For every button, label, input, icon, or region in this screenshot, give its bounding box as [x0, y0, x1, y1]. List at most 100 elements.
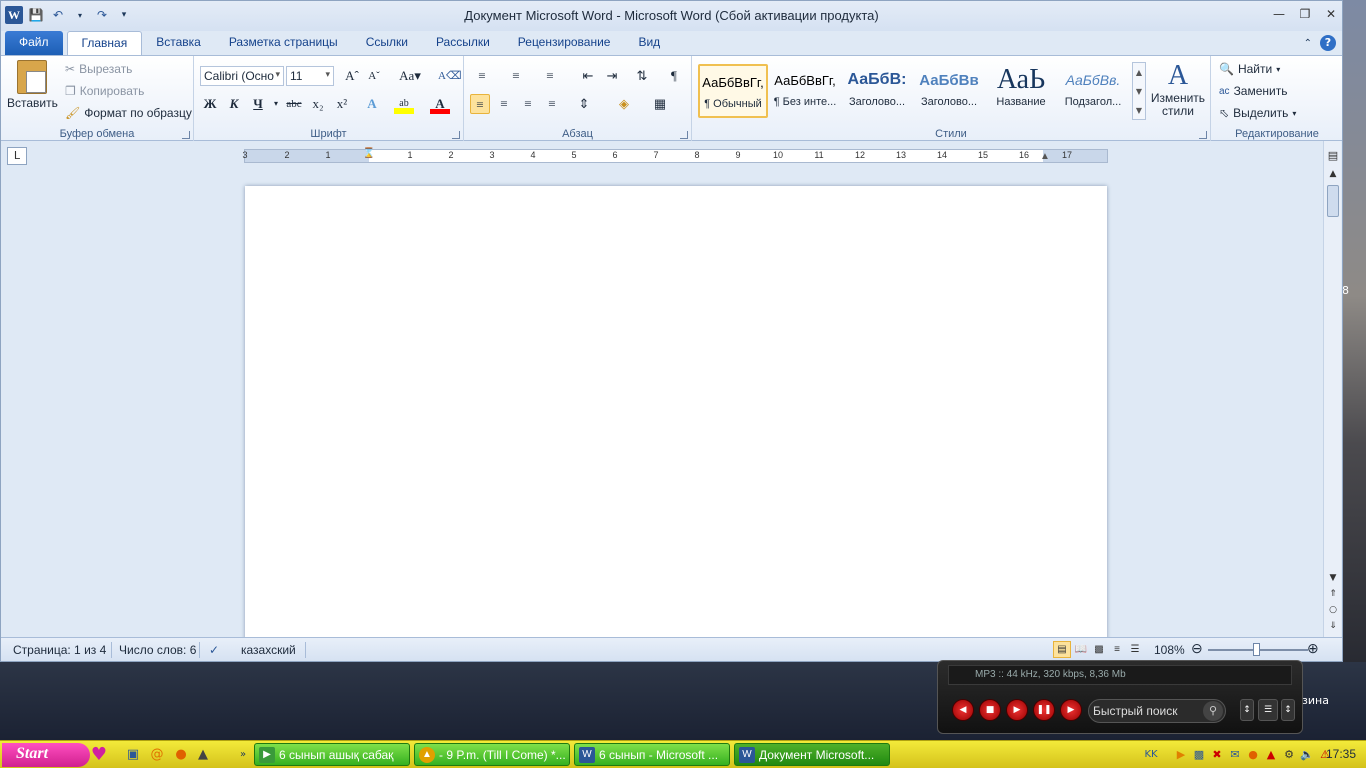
underline-button[interactable]: Ч — [248, 94, 268, 114]
cut-button[interactable]: ✂ Вырезать — [65, 62, 132, 76]
style-heading-1[interactable]: АаБбВ: Заголово... — [842, 64, 912, 118]
tab-file[interactable]: Файл — [5, 31, 63, 55]
styles-launcher-icon[interactable] — [1199, 131, 1207, 139]
tray-media-icon[interactable]: ▶ — [1174, 748, 1188, 762]
tray-safely-remove-icon[interactable]: ▲ — [1264, 748, 1278, 762]
paste-button[interactable]: Вставить — [7, 60, 58, 110]
shrink-font-icon[interactable]: Aˇ — [364, 66, 384, 86]
tab-references[interactable]: Ссылки — [352, 31, 422, 55]
align-left-icon[interactable]: ≡ — [470, 94, 490, 114]
highlight-icon[interactable]: ab — [394, 94, 414, 114]
bold-button[interactable]: Ж — [200, 94, 220, 114]
horizontal-ruler[interactable]: 3 2 1 1 2 3 4 5 6 7 8 9 10 11 12 13 14 1… — [242, 148, 1108, 163]
shading-icon[interactable]: ◈ — [614, 94, 634, 114]
borders-icon[interactable]: ▦ — [650, 94, 670, 114]
draft-view-icon[interactable]: ☰ — [1126, 641, 1144, 658]
tab-home[interactable]: Главная — [66, 31, 143, 55]
zoom-in-icon[interactable]: ⊕ — [1307, 640, 1319, 657]
select-browse-object-icon[interactable]: ○ — [1324, 605, 1342, 615]
tray-settings-icon[interactable]: ⚙ — [1282, 748, 1296, 762]
previous-page-icon[interactable]: ⇑ — [1324, 589, 1342, 599]
paragraph-launcher-icon[interactable] — [680, 131, 688, 139]
language-indicator[interactable]: казахский — [241, 643, 296, 657]
quicklaunch-player-icon[interactable]: ▣ — [124, 746, 142, 764]
find-button[interactable]: 🔍 Найти ▾ — [1219, 62, 1280, 76]
web-layout-icon[interactable]: ▩ — [1090, 641, 1108, 658]
tray-mail-icon[interactable]: ✉ — [1228, 748, 1242, 762]
tray-browser-icon[interactable]: ● — [1246, 748, 1260, 762]
tab-selector-icon[interactable]: L — [7, 147, 27, 165]
sort-icon[interactable]: ⇅ — [632, 66, 652, 86]
bullets-icon[interactable]: ≡ — [472, 66, 492, 86]
increase-indent-icon[interactable]: ⇥ — [602, 66, 622, 86]
text-effects-icon[interactable]: A — [362, 94, 382, 114]
outline-view-icon[interactable]: ≡ — [1108, 641, 1126, 658]
style-title[interactable]: АаЬ Название — [986, 64, 1056, 118]
tab-mailings[interactable]: Рассылки — [422, 31, 504, 55]
print-layout-icon[interactable]: ▤ — [1053, 641, 1071, 658]
style-heading-2[interactable]: АаБбВв Заголово... — [914, 64, 984, 118]
close-icon[interactable]: ✕ — [1324, 7, 1338, 21]
zoom-out-icon[interactable]: ⊖ — [1191, 640, 1203, 657]
select-button[interactable]: ⬁ Выделить ▾ — [1219, 106, 1296, 120]
strikethrough-button[interactable]: abc — [282, 94, 306, 114]
full-screen-reading-icon[interactable]: 📖 — [1072, 641, 1090, 658]
player-prev-icon[interactable]: ◀ — [952, 699, 974, 721]
styles-scroll[interactable]: ▲ ▼ ▼ — [1132, 62, 1146, 120]
font-launcher-icon[interactable] — [452, 131, 460, 139]
player-menu-icon[interactable]: ↕ — [1281, 699, 1295, 721]
ruler-toggle-icon[interactable]: ▤ — [1324, 149, 1342, 162]
show-marks-icon[interactable]: ¶ — [664, 66, 684, 86]
player-stop-icon[interactable]: ■ — [979, 699, 1001, 721]
decrease-indent-icon[interactable]: ⇤ — [578, 66, 598, 86]
font-size-combo[interactable]: 11 — [286, 66, 334, 86]
format-painter-button[interactable]: 🖌 Формат по образцу — [65, 106, 192, 120]
superscript-icon[interactable]: x² — [332, 94, 352, 114]
vertical-scrollbar[interactable]: ▤ ▲ ▼ ⇑ ○ ⇓ — [1323, 141, 1341, 637]
volume-icon[interactable]: 🔈 — [1300, 748, 1314, 762]
scroll-thumb[interactable] — [1327, 185, 1339, 217]
change-styles-button[interactable]: A Изменить стили — [1150, 60, 1206, 118]
italic-button[interactable]: К — [224, 94, 244, 114]
clipboard-launcher-icon[interactable] — [182, 131, 190, 139]
tab-page-layout[interactable]: Разметка страницы — [215, 31, 352, 55]
page-count[interactable]: Страница: 1 из 4 — [13, 643, 106, 657]
clear-formatting-icon[interactable]: A⌫ — [438, 66, 462, 86]
player-playlist-icon[interactable]: ☰ — [1258, 699, 1278, 721]
help-icon[interactable]: ? — [1320, 35, 1336, 51]
word-count[interactable]: Число слов: 6 — [119, 643, 196, 657]
language-tray-icon[interactable]: KK — [1142, 746, 1160, 764]
proofing-icon[interactable]: ✓ — [209, 643, 219, 657]
quicklaunch-more-icon[interactable]: » — [234, 746, 252, 764]
zoom-slider-thumb[interactable] — [1253, 643, 1260, 656]
right-indent-marker-icon[interactable]: ▲ — [1040, 151, 1050, 162]
tab-insert[interactable]: Вставка — [142, 31, 215, 55]
taskbar-item[interactable]: W 6 сынып - Microsoft ... — [574, 743, 730, 766]
scroll-up-icon[interactable]: ▲ — [1324, 169, 1342, 179]
restore-icon[interactable]: ❐ — [1298, 7, 1312, 21]
line-spacing-icon[interactable]: ⇕ — [574, 94, 594, 114]
quicklaunch-firefox-icon[interactable]: ● — [172, 746, 190, 764]
align-center-icon[interactable]: ≡ — [494, 94, 514, 114]
align-right-icon[interactable]: ≡ — [518, 94, 538, 114]
font-color-icon[interactable]: A — [430, 94, 450, 114]
change-case-icon[interactable]: Aa▾ — [396, 66, 424, 86]
start-button[interactable]: Start — [2, 743, 90, 767]
subscript-icon[interactable]: x₂ — [308, 94, 328, 114]
player-play-icon[interactable]: ▶ — [1006, 699, 1028, 721]
player-search-input[interactable]: Быстрый поиск ⚲ — [1088, 699, 1226, 723]
grow-font-icon[interactable]: Aˆ — [342, 66, 362, 86]
tray-close-icon[interactable]: ✖ — [1210, 748, 1224, 762]
copy-button[interactable]: ❐ Копировать — [65, 84, 144, 98]
tab-review[interactable]: Рецензирование — [504, 31, 625, 55]
multilevel-list-icon[interactable]: ≡ — [540, 66, 560, 86]
tab-view[interactable]: Вид — [624, 31, 674, 55]
minimize-ribbon-icon[interactable]: ⌃ — [1304, 38, 1312, 49]
scroll-down-icon[interactable]: ▼ — [1324, 573, 1342, 583]
minimize-icon[interactable]: — — [1272, 7, 1286, 21]
player-pause-icon[interactable]: ❚❚ — [1033, 699, 1055, 721]
document-page[interactable] — [245, 186, 1107, 637]
style-no-spacing[interactable]: АаБбВвГг, ¶ Без инте... — [770, 64, 840, 118]
style-subtitle[interactable]: АаБбВв. Подзагол... — [1058, 64, 1128, 118]
style-normal[interactable]: АаБбВвГг, ¶ Обычный — [698, 64, 768, 118]
